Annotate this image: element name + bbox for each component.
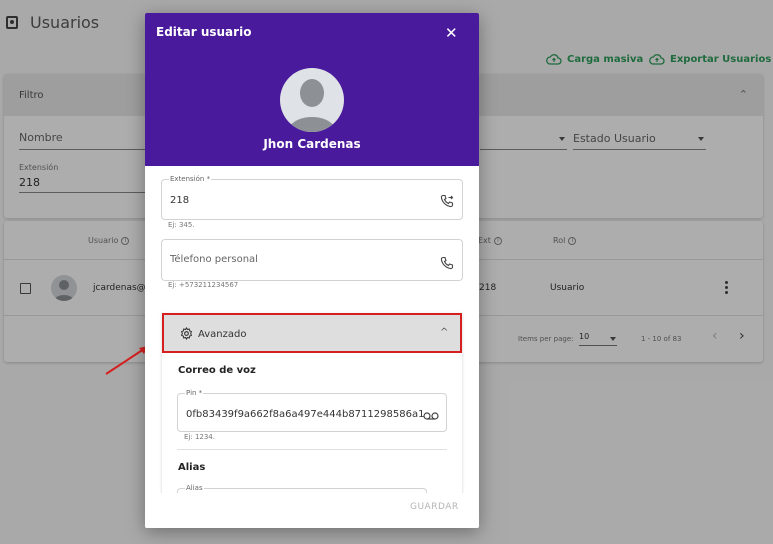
pin-field[interactable]: Pin * 0fb83439f9a662f8a6a497e444b8711298… (177, 389, 447, 432)
save-button[interactable]: GUARDAR (410, 502, 459, 512)
advanced-panel-header[interactable]: Avanzado ^ (162, 313, 462, 353)
alias-field-label: Alias (185, 484, 204, 493)
voicemail-section-title: Correo de voz (178, 365, 256, 376)
personal-phone-placeholder: Télefono personal (170, 254, 258, 265)
annotation-arrow-icon (105, 346, 148, 375)
extension-field[interactable]: Extensión * 218 (161, 175, 463, 220)
voicemail-icon (423, 412, 439, 420)
dialog-actions: GUARDAR (145, 493, 479, 528)
pin-field-label: Pin * (185, 389, 204, 398)
alias-section-title: Alias (178, 462, 206, 473)
close-icon[interactable]: ✕ (445, 23, 458, 43)
extension-field-value: 218 (170, 195, 190, 206)
extension-hint: Ej: 345. (168, 221, 195, 229)
avatar (280, 68, 344, 132)
dialog-header: Editar usuario ✕ Jhon Cardenas (145, 13, 479, 166)
user-silhouette-icon (288, 79, 336, 132)
advanced-label: Avanzado (198, 329, 247, 340)
pin-field-value: 0fb83439f9a662f8a6a497e444b8711298586a1 (186, 409, 425, 420)
gear-icon (180, 327, 193, 340)
extension-field-label: Extensión * (169, 175, 212, 184)
chevron-up-icon: ^ (440, 327, 449, 338)
pin-hint: Ej: 1234. (184, 433, 215, 441)
edit-user-dialog: Editar usuario ✕ Jhon Cardenas Extensión… (145, 13, 479, 528)
dialog-title: Editar usuario (156, 25, 252, 39)
user-name: Jhon Cardenas (263, 137, 361, 151)
personal-phone-field[interactable]: Télefono personal (161, 239, 463, 281)
divider (177, 449, 447, 450)
personal-phone-hint: Ej: +573211234567 (168, 281, 239, 289)
phone-icon (440, 256, 454, 270)
phone-forward-icon (440, 194, 454, 208)
